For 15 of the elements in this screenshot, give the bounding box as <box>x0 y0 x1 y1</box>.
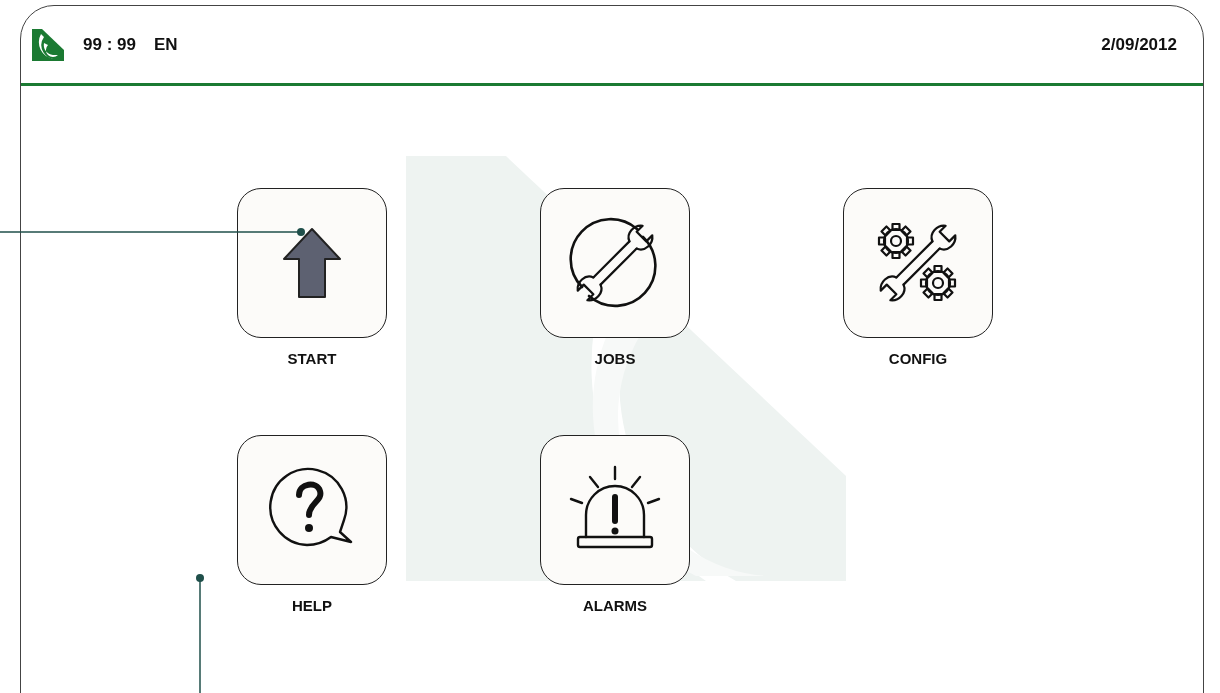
menu-tile[interactable] <box>540 188 690 338</box>
tile-label: START <box>287 350 337 367</box>
tile-label: CONFIG <box>888 350 948 367</box>
up-arrow-icon <box>282 227 342 299</box>
clock-time: 99 : 99 <box>83 34 136 55</box>
menu-tile[interactable] <box>540 435 690 585</box>
menu-tile[interactable] <box>843 188 993 338</box>
logo-icon <box>31 27 65 62</box>
menu-tile[interactable] <box>237 435 387 585</box>
tile-label: JOBS <box>594 350 636 367</box>
tile-label: ALARMS <box>582 597 648 614</box>
tile-label: HELP <box>292 597 332 614</box>
date-text: 2/09/2012 <box>1101 34 1177 55</box>
menu-tile[interactable] <box>237 188 387 338</box>
language-code: EN <box>153 34 178 55</box>
